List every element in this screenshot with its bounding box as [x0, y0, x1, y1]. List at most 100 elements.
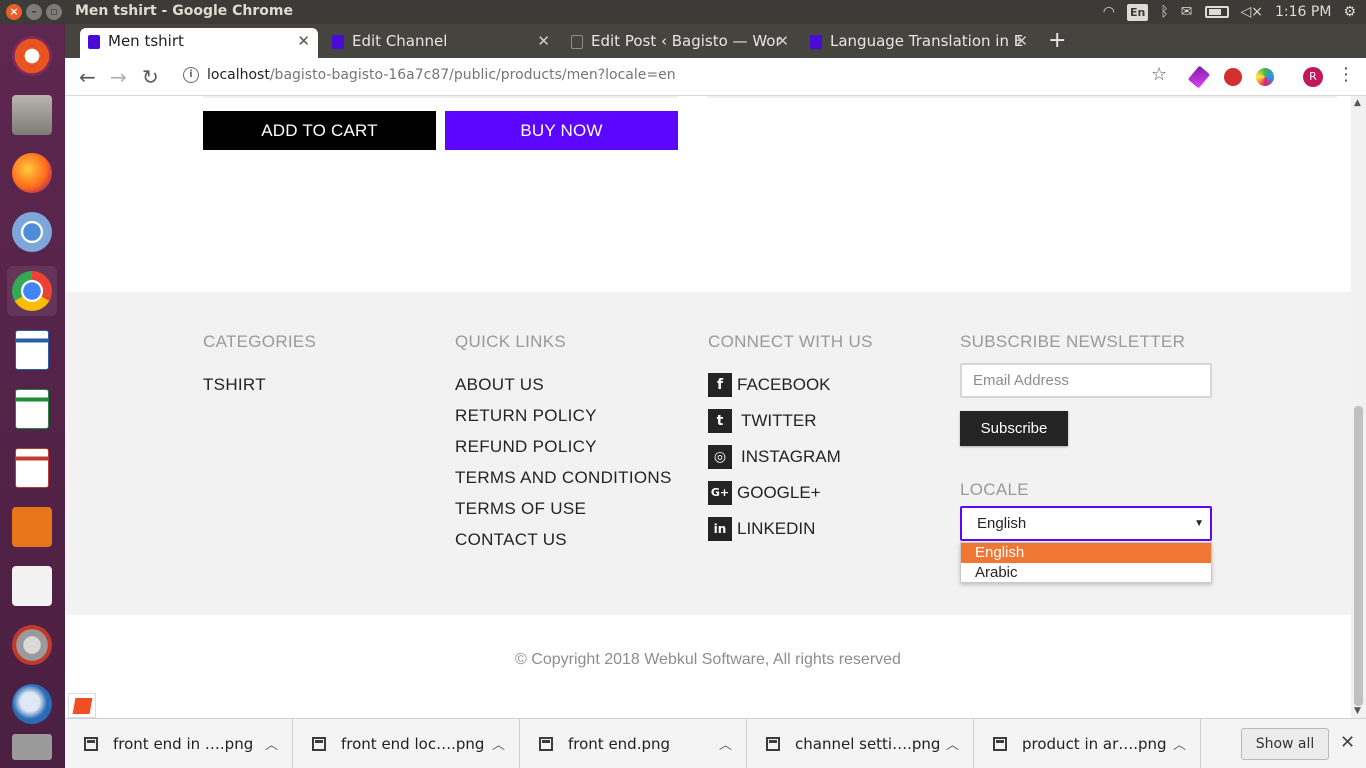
wifi-icon[interactable]: ◠ [1103, 4, 1115, 20]
link-instagram[interactable]: INSTAGRAM [741, 447, 841, 467]
locale-heading: LOCALE [960, 480, 1029, 499]
link-contact-us[interactable]: CONTACT US [455, 530, 567, 550]
category-link-tshirt[interactable]: TSHIRT [203, 375, 266, 395]
scroll-down-arrow-icon[interactable]: ▼ [1354, 706, 1361, 716]
window-minimize-button[interactable]: – [26, 4, 42, 20]
pen-extension-icon[interactable] [1187, 65, 1211, 89]
link-facebook[interactable]: FACEBOOK [737, 375, 831, 395]
download-item[interactable]: product in ar….png ︿ [974, 719, 1201, 768]
locale-option-english[interactable]: English [961, 543, 1211, 563]
tab-language-translation[interactable]: Language Translation in E ✕ [802, 28, 1036, 58]
launcher-trash-icon[interactable] [7, 732, 57, 762]
link-google-plus[interactable]: GOOGLE+ [737, 483, 821, 503]
tab-label: Edit Channel [352, 32, 448, 50]
ubuntu-launcher [0, 24, 65, 768]
link-twitter[interactable]: TWITTER [741, 411, 817, 431]
subscribe-button[interactable]: Subscribe [960, 411, 1068, 446]
launcher-firefox-icon[interactable] [7, 148, 57, 198]
close-downloads-bar-icon[interactable]: ✕ [1340, 732, 1355, 753]
new-tab-button[interactable]: + [1048, 28, 1066, 54]
connect-heading: CONNECT WITH US [708, 332, 873, 351]
launcher-calc-icon[interactable] [7, 384, 57, 434]
bluetooth-icon[interactable]: ᛒ [1160, 4, 1168, 20]
launcher-ubuntu-dash-icon[interactable] [7, 31, 57, 81]
color-picker-extension-icon[interactable] [1256, 68, 1274, 86]
add-to-cart-button[interactable]: ADD TO CART [203, 111, 436, 150]
mail-icon[interactable]: ✉ [1181, 4, 1193, 20]
tab-edit-post[interactable]: Edit Post ‹ Bagisto — Wor ✕ [563, 28, 797, 58]
locale-select[interactable]: English ▼ [960, 506, 1212, 541]
page-viewport: ADD TO CART BUY NOW CATEGORIES TSHIRT QU… [65, 96, 1351, 718]
bookmark-star-icon[interactable]: ☆ [1151, 64, 1167, 85]
show-all-downloads-button[interactable]: Show all [1241, 728, 1329, 760]
page-scrollbar[interactable]: ▲ ▼ [1351, 96, 1366, 718]
download-item[interactable]: channel setti….png ︿ [747, 719, 974, 768]
app-corner-icon[interactable] [68, 693, 96, 718]
link-linkedin[interactable]: LINKEDIN [737, 519, 815, 539]
download-item[interactable]: front end loc….png ︿ [293, 719, 520, 768]
address-bar[interactable]: i localhost/bagisto-bagisto-16a7c87/publ… [175, 63, 1185, 91]
launcher-files-icon[interactable] [7, 90, 57, 140]
instagram-icon[interactable]: ◎ [708, 445, 732, 469]
link-refund-policy[interactable]: REFUND POLICY [455, 437, 597, 457]
launcher-thunderbird-icon[interactable] [7, 679, 57, 729]
launcher-chrome-icon[interactable] [7, 266, 57, 316]
launcher-amazon-icon[interactable] [7, 561, 57, 611]
buy-now-button[interactable]: BUY NOW [445, 111, 678, 150]
scroll-up-arrow-icon[interactable]: ▲ [1354, 98, 1361, 108]
image-file-icon [312, 737, 326, 751]
site-info-icon[interactable]: i [183, 67, 199, 83]
google-plus-icon[interactable]: G+ [708, 481, 732, 505]
chevron-up-icon[interactable]: ︿ [946, 734, 959, 753]
battery-icon[interactable] [1204, 6, 1229, 18]
linkedin-icon[interactable]: in [708, 517, 732, 541]
launcher-software-center-icon[interactable] [7, 502, 57, 552]
tab-men-tshirt[interactable]: Men tshirt ✕ [80, 28, 318, 58]
tab-close-icon[interactable]: ✕ [1015, 28, 1028, 54]
reload-icon[interactable]: ↻ [142, 65, 159, 89]
profile-avatar[interactable]: R [1303, 67, 1323, 87]
tab-edit-channel[interactable]: Edit Channel ✕ [324, 28, 558, 58]
link-terms-and-conditions[interactable]: TERMS AND CONDITIONS [455, 468, 672, 488]
window-maximize-button[interactable]: ▫ [46, 4, 62, 20]
keyboard-language-indicator[interactable]: En [1127, 3, 1149, 21]
window-close-button[interactable]: × [6, 4, 22, 20]
email-address-input[interactable] [960, 363, 1212, 398]
tab-close-icon[interactable]: ✕ [776, 28, 789, 54]
kebab-menu-icon[interactable]: ⋮ [1337, 64, 1355, 85]
tab-close-icon[interactable]: ✕ [297, 28, 310, 54]
settings-gear-icon[interactable]: ⚙ [1343, 4, 1356, 20]
scrollbar-thumb[interactable] [1354, 406, 1363, 706]
chevron-up-icon[interactable]: ︿ [719, 734, 732, 753]
twitter-icon[interactable]: t [708, 409, 732, 433]
clock[interactable]: 1:16 PM [1275, 4, 1331, 20]
forward-arrow-icon[interactable]: → [110, 65, 127, 89]
document-favicon-icon [571, 35, 583, 49]
launcher-impress-icon[interactable] [7, 443, 57, 493]
download-item[interactable]: front end in ….png ︿ [65, 719, 293, 768]
tab-close-icon[interactable]: ✕ [537, 28, 550, 54]
divider [203, 96, 678, 98]
download-filename: channel setti….png [795, 735, 941, 753]
launcher-system-settings-icon[interactable] [7, 620, 57, 670]
back-arrow-icon[interactable]: ← [79, 65, 96, 89]
link-terms-of-use[interactable]: TERMS OF USE [455, 499, 586, 519]
window-title: Men tshirt - Google Chrome [75, 3, 293, 19]
link-about-us[interactable]: ABOUT US [455, 375, 544, 395]
chevron-up-icon[interactable]: ︿ [265, 734, 278, 753]
chevron-up-icon[interactable]: ︿ [492, 734, 505, 753]
locale-option-arabic[interactable]: Arabic [961, 563, 1211, 583]
url-text[interactable]: localhost/bagisto-bagisto-16a7c87/public… [207, 67, 676, 83]
download-filename: front end loc….png [341, 735, 485, 753]
launcher-chromium-icon[interactable] [7, 207, 57, 257]
link-return-policy[interactable]: RETURN POLICY [455, 406, 597, 426]
download-item[interactable]: front end.png ︿ [520, 719, 747, 768]
bag-favicon-icon [332, 35, 344, 49]
facebook-icon[interactable]: f [708, 373, 732, 397]
launcher-writer-icon[interactable] [7, 325, 57, 375]
chevron-up-icon[interactable]: ︿ [1173, 734, 1186, 753]
adblock-extension-icon[interactable] [1224, 68, 1242, 86]
bag-favicon-icon [88, 35, 100, 49]
newsletter-heading: SUBSCRIBE NEWSLETTER [960, 332, 1186, 351]
volume-muted-icon[interactable]: ◁× [1241, 4, 1264, 20]
